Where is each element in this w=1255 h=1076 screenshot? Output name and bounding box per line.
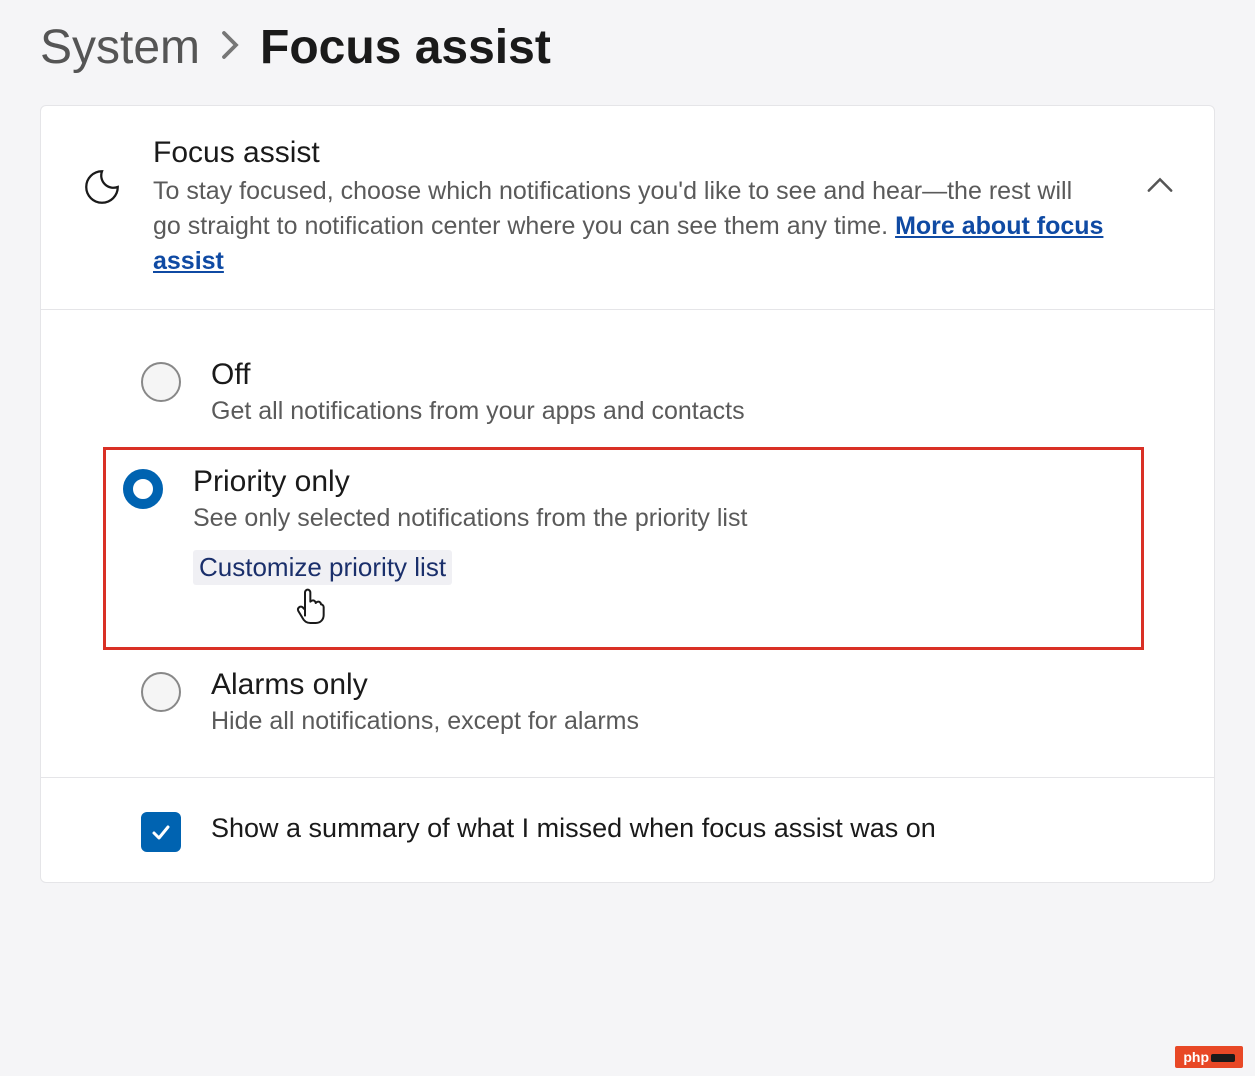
focus-assist-header[interactable]: Focus assist To stay focused, choose whi… xyxy=(41,106,1214,310)
chevron-up-icon[interactable] xyxy=(1146,176,1174,199)
option-off-desc: Get all notifications from your apps and… xyxy=(211,394,1154,429)
radio-button-priority[interactable] xyxy=(123,469,163,509)
radio-button-off[interactable] xyxy=(141,362,181,402)
radio-option-off[interactable]: Off Get all notifications from your apps… xyxy=(121,340,1174,447)
moon-icon xyxy=(81,166,123,213)
radio-option-alarms[interactable]: Alarms only Hide all notifications, exce… xyxy=(121,650,1174,757)
section-description: To stay focused, choose which notificati… xyxy=(153,174,1106,279)
option-alarms-desc: Hide all notifications, except for alarm… xyxy=(211,704,1154,739)
summary-checkbox-label: Show a summary of what I missed when foc… xyxy=(211,808,936,849)
settings-card: Focus assist To stay focused, choose whi… xyxy=(40,105,1215,883)
summary-checkbox[interactable] xyxy=(141,812,181,852)
check-icon xyxy=(149,820,173,844)
cursor-pointer-icon xyxy=(293,587,1124,632)
breadcrumb: System Focus assist xyxy=(40,20,1215,75)
customize-priority-list-link[interactable]: Customize priority list xyxy=(193,550,452,585)
option-alarms-title: Alarms only xyxy=(211,668,1154,702)
summary-checkbox-row[interactable]: Show a summary of what I missed when foc… xyxy=(41,778,1214,882)
radio-button-alarms[interactable] xyxy=(141,672,181,712)
header-text: Focus assist To stay focused, choose whi… xyxy=(153,136,1106,279)
watermark-badge: php xyxy=(1175,1046,1243,1068)
option-off-title: Off xyxy=(211,358,1154,392)
option-priority-desc: See only selected notifications from the… xyxy=(193,501,1124,536)
section-title: Focus assist xyxy=(153,136,1106,170)
breadcrumb-parent[interactable]: System xyxy=(40,20,200,75)
option-priority-title: Priority only xyxy=(193,465,1124,499)
chevron-right-icon xyxy=(220,27,240,69)
focus-assist-options: Off Get all notifications from your apps… xyxy=(41,310,1214,778)
breadcrumb-current: Focus assist xyxy=(260,20,551,75)
radio-option-priority[interactable]: Priority only See only selected notifica… xyxy=(103,447,1144,650)
